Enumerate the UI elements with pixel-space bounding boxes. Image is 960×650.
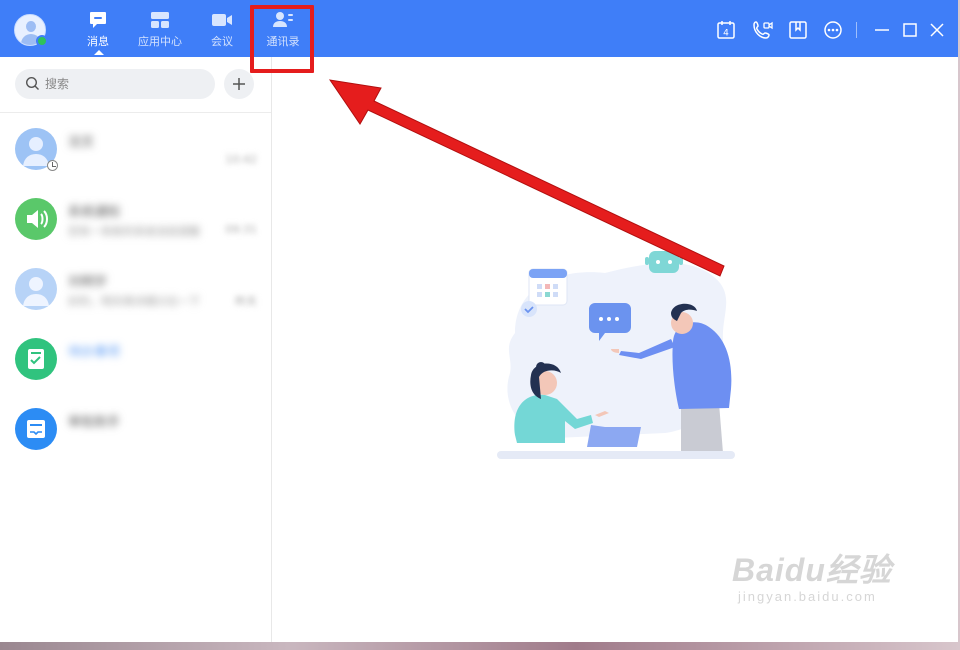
annotation-arrow — [328, 79, 725, 277]
app-window: 消息 应用中心 会议 通讯录 4 搜索 沈文 10:42 系统通知 您有一条新的… — [0, 0, 958, 642]
